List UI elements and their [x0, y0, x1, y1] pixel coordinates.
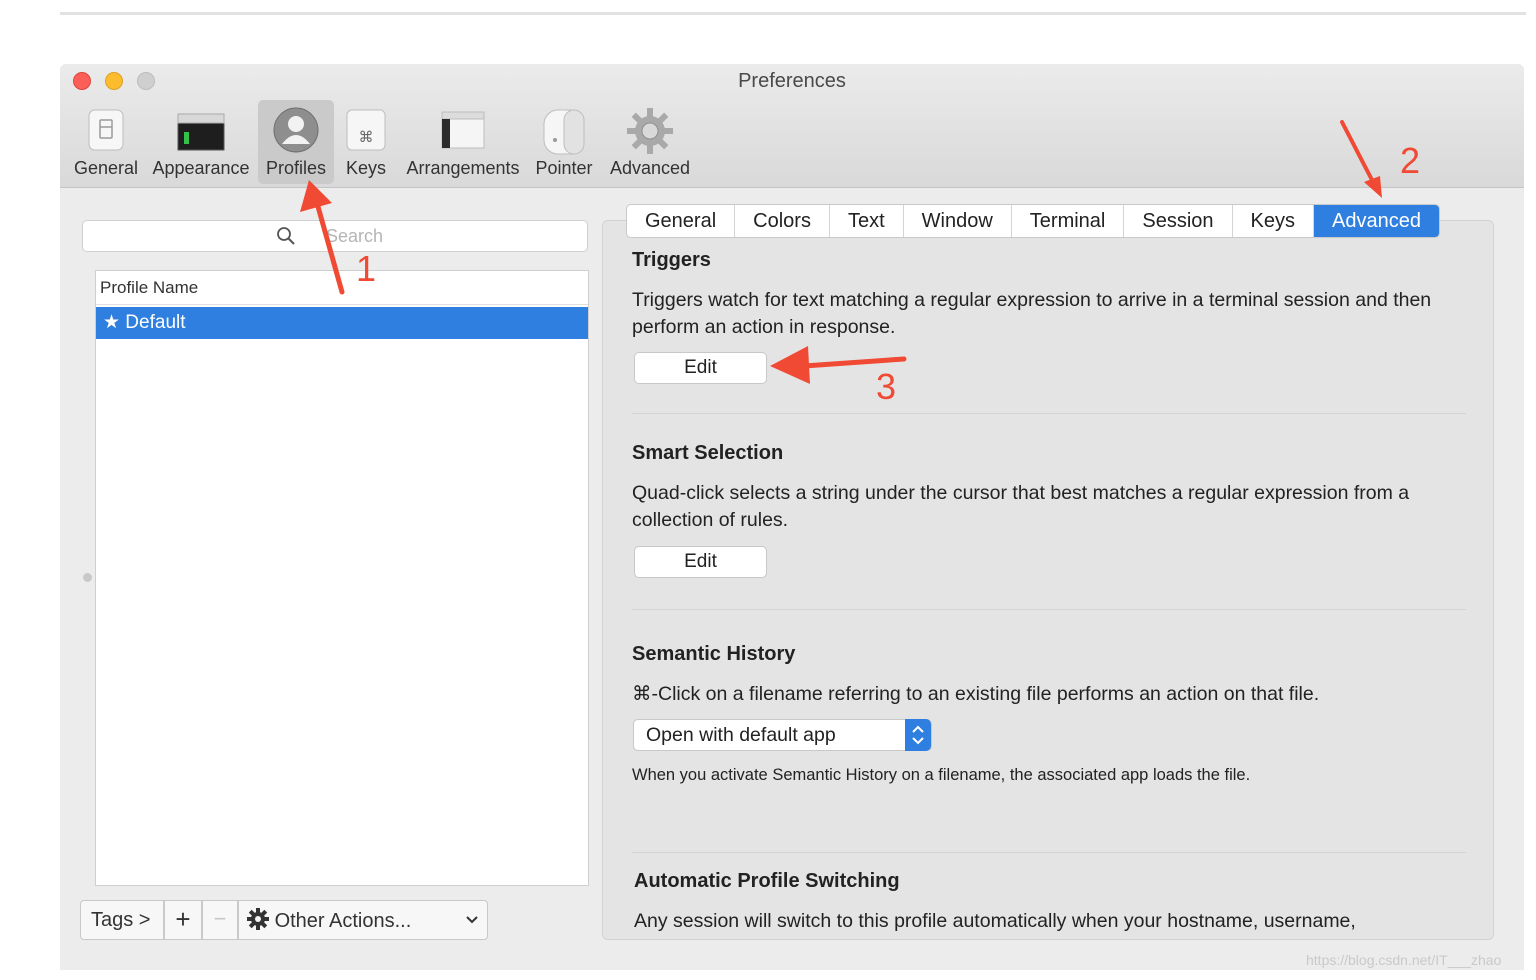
profile-row-default[interactable]: ★ Default	[96, 307, 588, 339]
toolbar-general-label: General	[73, 158, 139, 178]
add-profile-button[interactable]: +	[164, 900, 202, 940]
profile-name-column-header[interactable]: Profile Name	[96, 271, 588, 305]
toolbar-keys[interactable]: ⌘ Keys	[338, 100, 394, 184]
window-title: Preferences	[738, 70, 846, 92]
tab-text[interactable]: Text	[830, 205, 904, 237]
toolbar-arrangements-label: Arrangements	[406, 158, 520, 178]
arrangements-icon	[441, 111, 485, 149]
tab-terminal[interactable]: Terminal	[1012, 205, 1125, 237]
toolbar-keys-label: Keys	[345, 158, 387, 178]
semantic-history-title: Semantic History	[632, 643, 796, 665]
tab-colors[interactable]: Colors	[735, 205, 830, 237]
titlebar: Preferences General Appearance Profiles …	[60, 64, 1524, 188]
smart-selection-title: Smart Selection	[632, 442, 784, 464]
toolbar-advanced[interactable]: Advanced	[604, 100, 696, 184]
smart-selection-edit-button[interactable]: Edit	[634, 546, 767, 578]
svg-text:⌘: ⌘	[359, 128, 374, 146]
other-actions-label: Other Actions...	[274, 910, 412, 932]
semantic-history-description: ⌘-Click on a filename referring to an ex…	[632, 683, 1320, 705]
semantic-history-selected-value: Open with default app	[646, 724, 836, 746]
toolbar-appearance[interactable]: Appearance	[150, 100, 252, 184]
toolbar-appearance-label: Appearance	[152, 158, 250, 178]
split-handle[interactable]	[83, 573, 92, 582]
auto-switching-title: Automatic Profile Switching	[634, 870, 900, 892]
toolbar-pointer-label: Pointer	[535, 158, 593, 178]
pointer-icon	[543, 109, 585, 155]
watermark: https://blog.csdn.net/IT___zhao	[1306, 952, 1502, 968]
triggers-edit-button[interactable]: Edit	[634, 352, 767, 384]
annotation-label-3: 3	[876, 366, 897, 407]
triggers-description: Triggers watch for text matching a regul…	[632, 289, 1432, 338]
tab-window[interactable]: Window	[904, 205, 1012, 237]
search-placeholder: Search	[326, 226, 384, 246]
triggers-title: Triggers	[632, 249, 711, 271]
toolbar-arrangements[interactable]: Arrangements	[402, 100, 524, 184]
profiles-icon	[273, 107, 319, 153]
annotation-label-1: 1	[356, 248, 377, 289]
page-divider	[60, 12, 1526, 15]
profile-tabs: General Colors Text Window Terminal Sess…	[626, 204, 1440, 238]
advanced-icon	[627, 108, 673, 154]
preferences-window: Preferences General Appearance Profiles …	[60, 64, 1524, 970]
toolbar-pointer[interactable]: Pointer	[532, 100, 596, 184]
chevron-down-icon	[466, 916, 478, 924]
auto-switching-description: Any session will switch to this profile …	[634, 910, 1356, 932]
search-icon	[277, 227, 295, 245]
stepper-icon	[905, 719, 931, 751]
other-actions-menu[interactable]: Other Actions...	[238, 900, 488, 940]
section-divider	[632, 413, 1466, 414]
toolbar-profiles-label: Profiles	[265, 158, 327, 178]
tab-advanced[interactable]: Advanced	[1313, 205, 1439, 237]
profile-list[interactable]: Profile Name ★ Default	[95, 270, 589, 886]
appearance-icon	[177, 113, 225, 151]
gear-icon	[247, 908, 269, 930]
smart-selection-description: Quad-click selects a string under the cu…	[632, 482, 1410, 531]
semantic-history-select[interactable]: Open with default app	[633, 719, 932, 751]
semantic-history-note: When you activate Semantic History on a …	[632, 766, 1251, 784]
tab-keys[interactable]: Keys	[1233, 205, 1314, 237]
keys-icon: ⌘	[346, 109, 386, 151]
section-divider	[632, 609, 1466, 610]
tags-button[interactable]: Tags >	[80, 900, 164, 940]
tab-general[interactable]: General	[627, 205, 736, 237]
tab-session[interactable]: Session	[1124, 205, 1233, 237]
section-divider	[632, 852, 1466, 853]
toolbar-advanced-label: Advanced	[609, 158, 691, 178]
remove-profile-button[interactable]: −	[202, 900, 238, 940]
toolbar-general[interactable]: General	[70, 100, 142, 184]
general-icon	[88, 109, 124, 151]
profile-search-input[interactable]: Search	[82, 220, 588, 252]
toolbar-profiles[interactable]: Profiles	[258, 100, 334, 184]
annotation-label-2: 2	[1400, 140, 1421, 181]
